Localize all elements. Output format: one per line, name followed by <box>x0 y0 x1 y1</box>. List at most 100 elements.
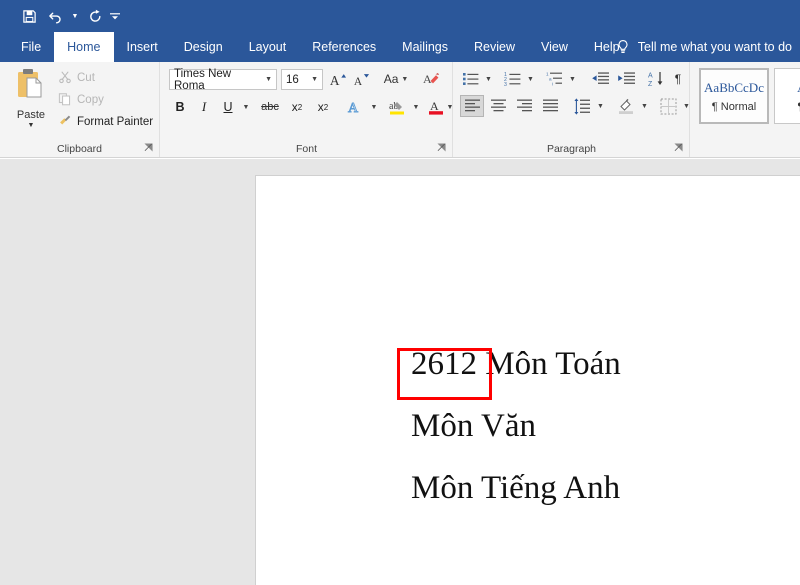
text-effects-caret-icon[interactable]: ▼ <box>367 96 381 118</box>
line-spacing-caret-icon[interactable]: ▼ <box>594 95 607 117</box>
document-workspace: 2612 Môn Toán Môn Văn Môn Tiếng Anh <box>0 159 800 585</box>
style-item-no-spacing[interactable]: AaB ¶ No <box>774 68 800 124</box>
paragraph-group-label: Paragraph <box>546 143 597 155</box>
show-formatting-marks-icon[interactable]: ¶ <box>668 68 688 90</box>
font-name-caret-icon[interactable]: ▼ <box>261 76 276 83</box>
style-name: ¶ Normal <box>711 100 757 113</box>
undo-icon[interactable] <box>42 4 68 28</box>
bullets-icon[interactable] <box>460 68 482 90</box>
align-right-icon[interactable] <box>512 95 536 117</box>
font-name-value: Times New Roma <box>174 67 232 92</box>
ribbon-group-clipboard: Paste ▼ Cut Copy Format Painter Clipboar… <box>0 62 160 157</box>
superscript-icon[interactable]: x2 <box>311 96 335 118</box>
ribbon-group-paragraph: ▼ 1 2 3 ▼ 1 a i ▼ A Z ¶ ▼ ▼ ▼ Paragraph <box>454 62 690 157</box>
tab-file[interactable]: File <box>8 32 54 62</box>
justify-icon[interactable] <box>538 95 562 117</box>
font-name-input[interactable]: Times New Roma ▼ <box>169 67 277 92</box>
shading-icon[interactable] <box>614 95 638 117</box>
document-line-2-text: Môn Văn <box>411 408 536 444</box>
grow-font-icon[interactable]: A <box>326 68 348 90</box>
line-spacing-icon[interactable] <box>570 95 594 117</box>
undo-dropdown-caret-icon[interactable]: ▼ <box>68 4 82 28</box>
tab-view[interactable]: View <box>528 32 581 62</box>
format-painter-button[interactable]: Format Painter <box>58 112 153 132</box>
tab-mailings[interactable]: Mailings <box>389 32 461 62</box>
customize-qat-caret-icon[interactable] <box>108 4 122 28</box>
clear-formatting-icon[interactable]: A <box>419 68 443 90</box>
ribbon-body: Paste ▼ Cut Copy Format Painter Clipboar… <box>0 62 800 158</box>
save-icon[interactable] <box>16 4 42 28</box>
ribbon-group-font: Times New Roma ▼ 16 ▼ A A Aa ▼ A B I U ▼… <box>161 62 453 157</box>
quick-access-toolbar: ▼ <box>16 4 122 28</box>
font-size-value: 16 <box>286 73 299 86</box>
bullets-caret-icon[interactable]: ▼ <box>482 68 495 90</box>
paragraph-dialog-launcher[interactable] <box>674 143 685 154</box>
increase-indent-icon[interactable] <box>614 68 638 90</box>
shading-caret-icon[interactable]: ▼ <box>638 95 651 117</box>
ribbon-group-styles: AaBbCcDc ¶ Normal AaB ¶ No <box>691 62 800 157</box>
cut-label: Cut <box>77 72 95 84</box>
multilevel-list-icon[interactable]: 1 a i <box>544 68 566 90</box>
format-painter-label: Format Painter <box>77 116 154 128</box>
font-group-label: Font <box>295 143 317 155</box>
sort-icon[interactable]: A Z <box>644 68 668 90</box>
word-window: ▼ File Home Insert Design Layout Referen… <box>0 0 800 585</box>
change-case-caret-icon[interactable]: ▼ <box>401 76 408 83</box>
bold-icon[interactable]: B <box>169 96 191 118</box>
paste-icon <box>13 66 49 107</box>
svg-text:Z: Z <box>648 81 653 88</box>
shrink-font-icon[interactable]: A <box>349 68 371 90</box>
multilevel-list-caret-icon[interactable]: ▼ <box>566 68 579 90</box>
paste-label: Paste <box>16 109 46 121</box>
numbering-caret-icon[interactable]: ▼ <box>524 68 537 90</box>
text-highlight-caret-icon[interactable]: ▼ <box>409 96 423 118</box>
svg-text:A: A <box>648 73 653 80</box>
text-highlight-color-icon[interactable]: ab <box>385 96 409 118</box>
svg-text:3: 3 <box>504 82 507 88</box>
borders-icon[interactable] <box>656 95 680 117</box>
highlight-rectangle <box>397 348 492 400</box>
paste-dropdown-caret-icon[interactable]: ▼ <box>28 122 35 129</box>
numbering-icon[interactable]: 1 2 3 <box>502 68 524 90</box>
svg-text:A: A <box>423 72 432 86</box>
ribbon-tab-strip: File Home Insert Design Layout Reference… <box>0 32 800 62</box>
tab-layout[interactable]: Layout <box>236 32 300 62</box>
style-sample: AaBbCcDc <box>704 79 764 95</box>
strikethrough-icon[interactable]: abc <box>257 96 283 118</box>
font-dialog-launcher[interactable] <box>437 143 448 154</box>
copy-label: Copy <box>77 94 104 106</box>
tab-references[interactable]: References <box>299 32 389 62</box>
clipboard-dialog-launcher[interactable] <box>144 143 155 154</box>
document-page[interactable]: 2612 Môn Toán Môn Văn Môn Tiếng Anh <box>255 175 800 585</box>
style-item-normal[interactable]: AaBbCcDc ¶ Normal <box>699 68 769 124</box>
font-size-input[interactable]: 16 ▼ <box>281 69 323 90</box>
font-size-caret-icon[interactable]: ▼ <box>307 76 322 83</box>
change-case-icon[interactable]: Aa ▼ <box>379 68 413 90</box>
underline-caret-icon[interactable]: ▼ <box>239 96 253 118</box>
cut-button[interactable]: Cut <box>58 68 95 88</box>
tab-home[interactable]: Home <box>54 32 114 62</box>
align-center-icon[interactable] <box>486 95 510 117</box>
underline-icon[interactable]: U <box>217 96 239 118</box>
decrease-indent-icon[interactable] <box>588 68 612 90</box>
copy-button[interactable]: Copy <box>58 90 104 110</box>
clipboard-group-label: Clipboard <box>57 143 102 155</box>
copy-icon <box>58 92 72 109</box>
document-line-1-text: Môn Toán <box>477 346 621 382</box>
tab-review[interactable]: Review <box>461 32 528 62</box>
tell-me-search[interactable]: Tell me what you want to do <box>615 32 798 62</box>
lightbulb-icon <box>615 39 631 55</box>
align-left-icon[interactable] <box>460 95 484 117</box>
document-line-3[interactable]: Môn Tiếng Anh <box>411 470 620 507</box>
tab-design[interactable]: Design <box>171 32 236 62</box>
title-bar: ▼ <box>0 0 800 32</box>
svg-text:A: A <box>329 73 339 88</box>
subscript-icon[interactable]: x2 <box>285 96 309 118</box>
redo-icon[interactable] <box>82 4 108 28</box>
scissors-icon <box>58 70 72 87</box>
italic-icon[interactable]: I <box>193 96 215 118</box>
paste-button[interactable]: Paste ▼ <box>8 66 54 134</box>
tab-insert[interactable]: Insert <box>114 32 171 62</box>
document-line-2[interactable]: Môn Văn <box>411 408 536 445</box>
text-effects-icon[interactable]: A <box>343 96 367 118</box>
